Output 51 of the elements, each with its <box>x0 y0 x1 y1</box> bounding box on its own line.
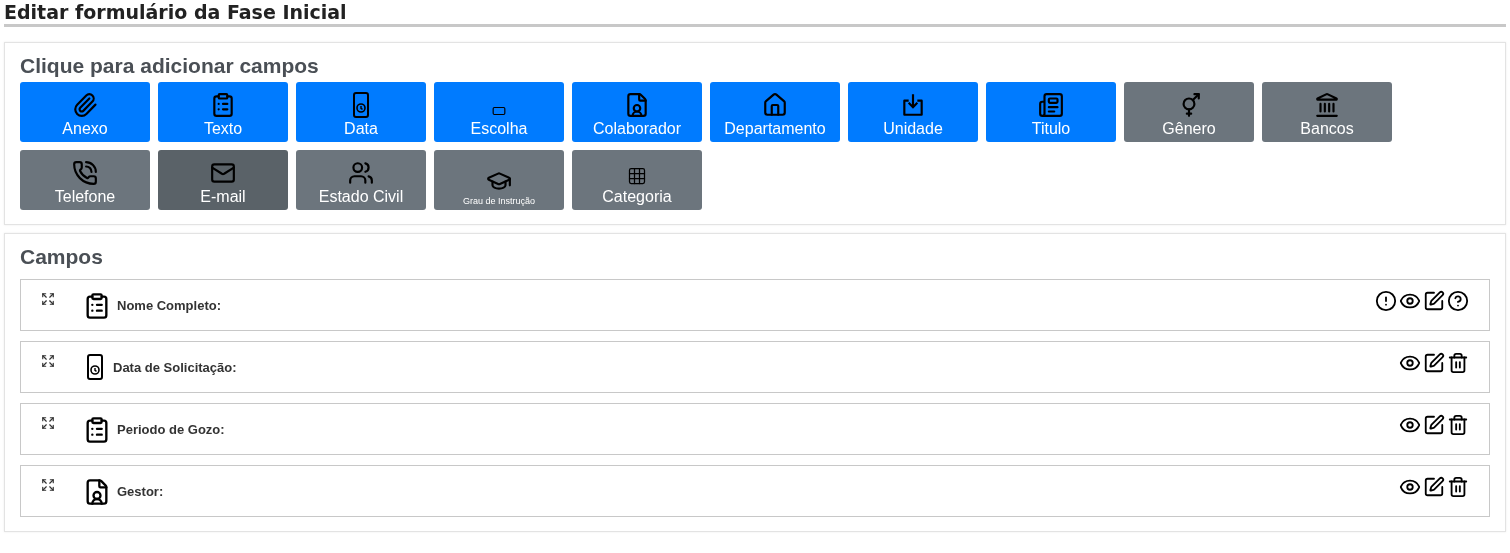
add-field-button[interactable]: Texto <box>158 82 288 142</box>
clipboard-icon <box>210 92 236 118</box>
field-row[interactable]: Data de Solicitação: <box>20 341 1490 393</box>
phone-call-icon <box>72 160 98 186</box>
section-title: Campos <box>20 244 104 269</box>
download-tray-icon <box>900 92 926 118</box>
drag-handle-icon[interactable] <box>41 354 55 368</box>
trash-icon[interactable] <box>1447 352 1469 374</box>
trash-icon[interactable] <box>1447 476 1469 498</box>
add-field-button[interactable]: E-mail <box>158 150 288 210</box>
add-field-button[interactable]: Categoria <box>572 150 702 210</box>
envelope-icon <box>210 160 236 186</box>
paperclip-icon <box>72 92 98 118</box>
add-field-button[interactable]: Bancos <box>1262 82 1392 142</box>
field-label: Nome Completo: <box>117 298 221 313</box>
user-document-icon <box>624 92 650 118</box>
drag-handle-icon[interactable] <box>41 416 55 430</box>
add-field-button[interactable]: Telefone <box>20 150 150 210</box>
drag-handle-icon[interactable] <box>41 292 55 306</box>
people-icon <box>348 160 374 186</box>
section-title: Clique para adicionar campos <box>20 53 320 78</box>
grid-icon <box>627 166 647 186</box>
add-field-button[interactable]: Data <box>296 82 426 142</box>
edit-icon[interactable] <box>1423 290 1445 312</box>
field-row[interactable]: Periodo de Gozo: <box>20 403 1490 455</box>
edit-icon[interactable] <box>1423 476 1445 498</box>
edit-icon[interactable] <box>1423 414 1445 436</box>
help-icon[interactable] <box>1447 290 1469 312</box>
edit-icon[interactable] <box>1423 352 1445 374</box>
field-label: Gestor: <box>117 484 164 499</box>
page-title: Editar formulário da Fase Inicial <box>4 0 1506 27</box>
add-field-button[interactable]: Anexo <box>20 82 150 142</box>
add-field-button[interactable]: Titulo <box>986 82 1116 142</box>
field-row[interactable]: Gestor: <box>20 465 1490 517</box>
add-field-button[interactable]: Gênero <box>1124 82 1254 142</box>
field-row[interactable]: Nome Completo: <box>20 279 1490 331</box>
newspaper-icon <box>1038 92 1064 118</box>
house-icon <box>762 92 788 118</box>
add-field-button[interactable]: Grau de Instrução <box>434 150 564 210</box>
add-field-button[interactable]: Unidade <box>848 82 978 142</box>
add-field-button[interactable]: Departamento <box>710 82 840 142</box>
add-field-button[interactable]: Colaborador <box>572 82 702 142</box>
field-label: Periodo de Gozo: <box>117 422 225 437</box>
bank-icon <box>1314 92 1340 118</box>
add-field-button[interactable]: Estado Civil <box>296 150 426 210</box>
dropdown-icon <box>492 104 506 118</box>
add-field-button[interactable]: Escolha <box>434 82 564 142</box>
alert-icon[interactable] <box>1375 290 1397 312</box>
field-label: Data de Solicitação: <box>113 360 237 375</box>
drag-handle-icon[interactable] <box>41 478 55 492</box>
trash-icon[interactable] <box>1447 414 1469 436</box>
